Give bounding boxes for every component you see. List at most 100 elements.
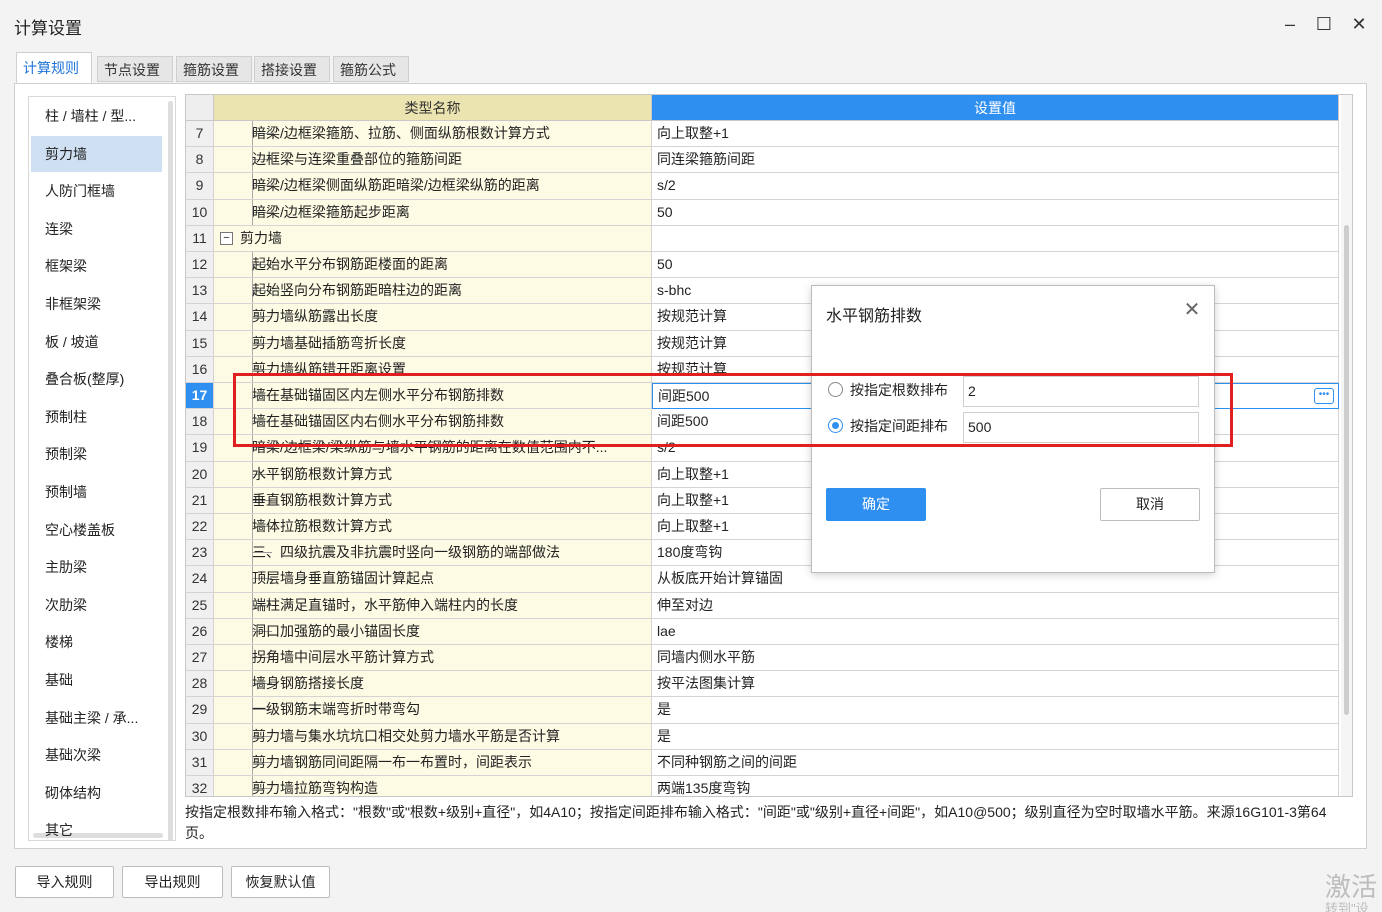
minimize-icon[interactable]: –	[1276, 10, 1304, 38]
sidebar-item[interactable]: 框架梁	[31, 248, 162, 284]
table-row[interactable]: 10 暗梁/边框梁箍筋起步距离 50	[186, 199, 1339, 226]
table-row[interactable]: 7 暗梁/边框梁箍筋、拉筋、侧面纵筋根数计算方式 向上取整+1	[186, 121, 1339, 148]
setting-value[interactable]: 50	[652, 199, 1339, 226]
row-number[interactable]: 23	[186, 540, 214, 567]
table-row[interactable]: 30 剪力墙与集水坑坑口相交处剪力墙水平筋是否计算 是	[186, 723, 1339, 750]
sidebar-item[interactable]: 基础主梁 / 承...	[31, 700, 162, 736]
row-number[interactable]: 9	[186, 173, 214, 200]
row-number[interactable]: 20	[186, 461, 214, 488]
row-number[interactable]: 30	[186, 723, 214, 750]
sidebar-item[interactable]: 基础次梁	[31, 737, 162, 773]
close-icon[interactable]: ✕	[1345, 10, 1373, 38]
sidebar-item[interactable]: 砌体结构	[31, 775, 162, 811]
sidebar-item[interactable]: 叠合板(整厚)	[31, 361, 162, 397]
setting-value[interactable]	[652, 225, 1339, 252]
sidebar-item[interactable]: 次肋梁	[31, 587, 162, 623]
radio-by-spacing[interactable]	[828, 418, 843, 433]
table-row[interactable]: 32 剪力墙拉筋弯钩构造 两端135度弯钩	[186, 776, 1339, 796]
setting-value[interactable]: lae	[652, 618, 1339, 645]
dialog-close-icon[interactable]: ✕	[1180, 298, 1204, 322]
row-number[interactable]: 27	[186, 645, 214, 672]
setting-value[interactable]: 向上取整+1	[652, 121, 1339, 148]
sidebar-item[interactable]: 剪力墙	[31, 135, 162, 172]
table-row[interactable]: 12 起始水平分布钢筋距楼面的距离 50	[186, 252, 1339, 279]
grid-scrollbar[interactable]	[1341, 95, 1352, 796]
cancel-button[interactable]: 取消	[1100, 488, 1200, 521]
row-number[interactable]: 32	[186, 776, 214, 796]
setting-value[interactable]: 不同种钢筋之间的间距	[652, 749, 1339, 776]
row-number[interactable]: 22	[186, 514, 214, 541]
row-number[interactable]: 8	[186, 147, 214, 174]
row-number[interactable]: 13	[186, 278, 214, 305]
column-header-value[interactable]: 设置值	[652, 95, 1339, 121]
row-number[interactable]: 25	[186, 592, 214, 619]
table-row[interactable]: 11− 剪力墙	[186, 225, 1339, 252]
setting-value[interactable]: 是	[652, 697, 1339, 724]
row-number[interactable]: 15	[186, 330, 214, 357]
sidebar-item[interactable]: 其它	[31, 812, 162, 840]
maximize-icon[interactable]: ☐	[1310, 10, 1338, 38]
export-rules-button[interactable]: 导出规则	[122, 866, 223, 898]
sidebar-item[interactable]: 空心楼盖板	[31, 512, 162, 548]
restore-defaults-button[interactable]: 恢复默认值	[231, 866, 330, 898]
row-number[interactable]: 10	[186, 199, 214, 226]
sidebar-item[interactable]: 预制柱	[31, 399, 162, 435]
spacing-input[interactable]: 500	[963, 412, 1199, 443]
sidebar-item[interactable]: 预制梁	[31, 436, 162, 472]
table-row[interactable]: 25 端柱满足直锚时，水平筋伸入端柱内的长度 伸至对边	[186, 592, 1339, 619]
sidebar-item[interactable]: 连梁	[31, 211, 162, 247]
setting-value[interactable]: 同墙内侧水平筋	[652, 645, 1339, 672]
radio-by-count[interactable]	[828, 382, 843, 397]
table-row[interactable]: 28 墙身钢筋搭接长度 按平法图集计算	[186, 671, 1339, 698]
table-row[interactable]: 9 暗梁/边框梁侧面纵筋距暗梁/边框梁纵筋的距离 s/2	[186, 173, 1339, 200]
row-number[interactable]: 24	[186, 566, 214, 593]
row-number[interactable]: 7	[186, 121, 214, 148]
import-rules-button[interactable]: 导入规则	[15, 866, 114, 898]
table-row[interactable]: 29 一级钢筋末端弯折时带弯勾 是	[186, 697, 1339, 724]
sidebar-item[interactable]: 预制墙	[31, 474, 162, 510]
collapse-icon[interactable]: −	[220, 231, 233, 245]
row-number[interactable]: 18	[186, 409, 214, 436]
setting-value[interactable]: 伸至对边	[652, 592, 1339, 619]
sidebar-scrollbar[interactable]	[168, 101, 173, 840]
row-number[interactable]: 28	[186, 671, 214, 698]
setting-value[interactable]: s/2	[652, 173, 1339, 200]
setting-value[interactable]: 50	[652, 252, 1339, 279]
tab-node-settings[interactable]: 节点设置	[97, 56, 173, 82]
row-number[interactable]: 16	[186, 356, 214, 383]
row-number[interactable]: 31	[186, 749, 214, 776]
tab-calc-rules[interactable]: 计算规则	[16, 52, 92, 84]
sidebar-item[interactable]: 主肋梁	[31, 549, 162, 585]
row-number[interactable]: 11	[186, 225, 214, 252]
sidebar-item[interactable]: 基础	[31, 662, 162, 698]
tab-lap-settings[interactable]: 搭接设置	[254, 56, 330, 82]
ok-button[interactable]: 确定	[826, 488, 926, 521]
row-number[interactable]: 12	[186, 252, 214, 279]
setting-value[interactable]: 两端135度弯钩	[652, 776, 1339, 796]
tab-stirrup-settings[interactable]: 箍筋设置	[176, 56, 252, 82]
setting-value[interactable]: 同连梁箍筋间距	[652, 147, 1339, 174]
table-row[interactable]: 31 剪力墙钢筋同间距隔一布一布置时，间距表示 不同种钢筋之间的间距	[186, 749, 1339, 776]
row-number[interactable]: 26	[186, 618, 214, 645]
sidebar-item[interactable]: 非框架梁	[31, 286, 162, 322]
setting-value[interactable]: 按平法图集计算	[652, 671, 1339, 698]
row-number[interactable]: 17	[186, 383, 214, 410]
grid-scroll-thumb[interactable]	[1344, 225, 1349, 715]
table-row[interactable]: 8 边框梁与连梁重叠部位的箍筋间距 同连梁箍筋间距	[186, 147, 1339, 174]
setting-value[interactable]: 是	[652, 723, 1339, 750]
sidebar-item[interactable]: 板 / 坡道	[31, 324, 162, 360]
row-number[interactable]: 21	[186, 487, 214, 514]
tab-stirrup-formula[interactable]: 箍筋公式	[333, 56, 409, 82]
ellipsis-button[interactable]: •••	[1314, 388, 1334, 404]
count-input[interactable]: 2	[963, 376, 1199, 407]
row-number[interactable]: 19	[186, 435, 214, 462]
table-row[interactable]: 26 洞口加强筋的最小锚固长度 lae	[186, 618, 1339, 645]
table-row[interactable]: 27 拐角墙中间层水平筋计算方式 同墙内侧水平筋	[186, 645, 1339, 672]
option-by-count-label[interactable]: 按指定根数排布	[850, 380, 948, 400]
row-number[interactable]: 29	[186, 697, 214, 724]
sidebar-item[interactable]: 人防门框墙	[31, 173, 162, 209]
row-number[interactable]: 14	[186, 304, 214, 331]
column-header-type[interactable]: 类型名称	[214, 95, 652, 121]
sidebar-item[interactable]: 楼梯	[31, 624, 162, 660]
sidebar-item[interactable]: 柱 / 墙柱 / 型...	[31, 98, 162, 134]
